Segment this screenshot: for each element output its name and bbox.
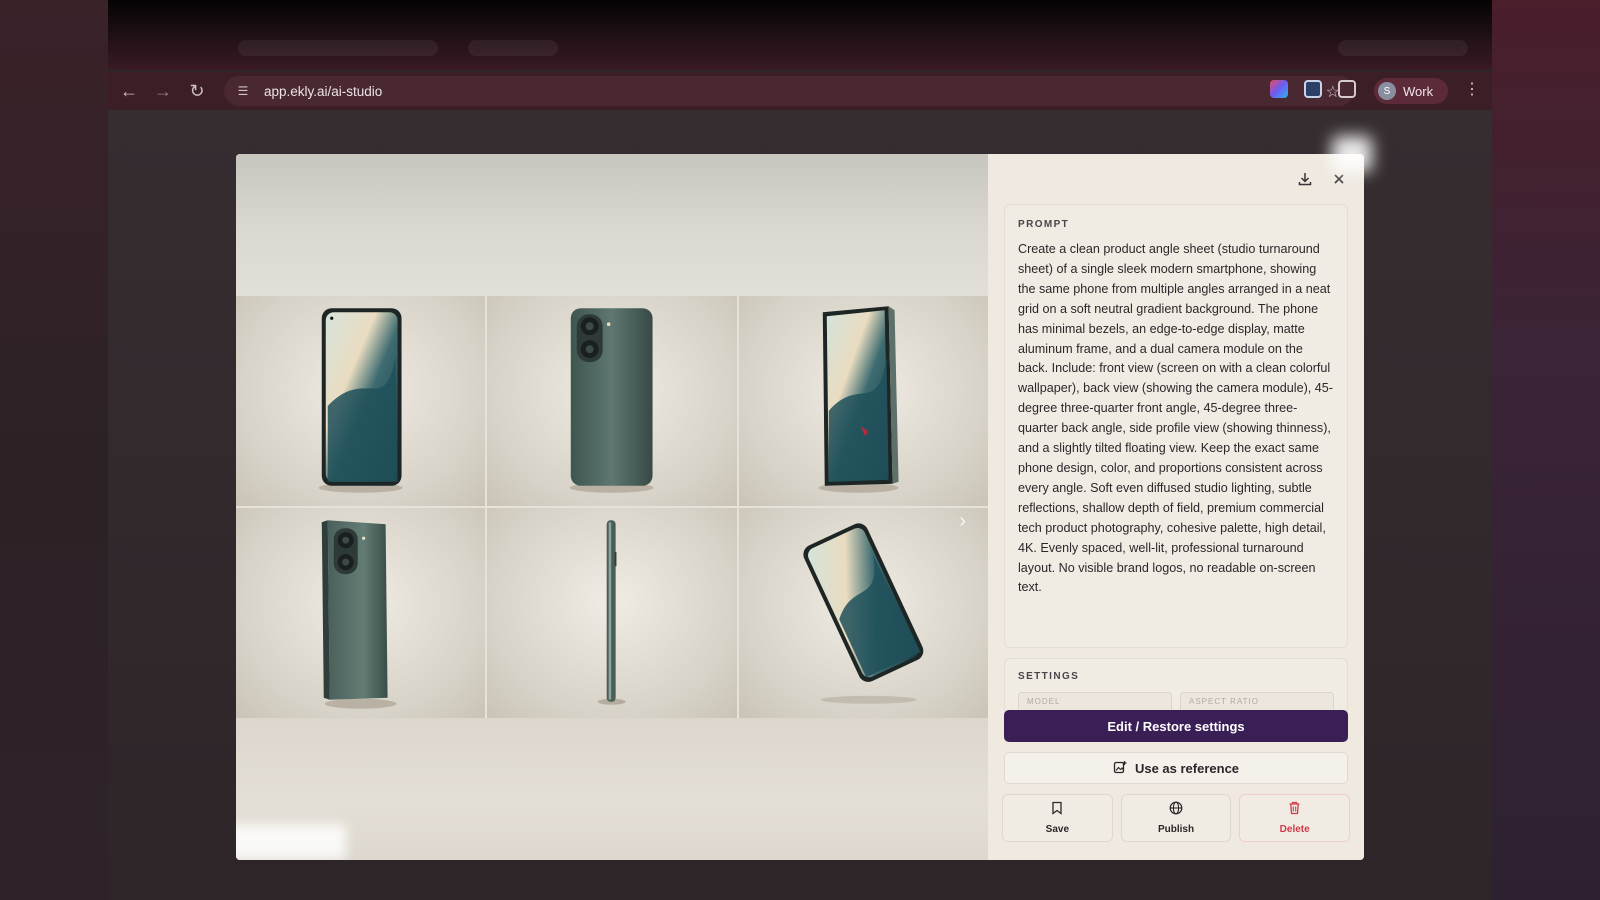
settings-section: SETTINGS MODEL ASPECT RATIO [1004,658,1348,714]
details-panel: PROMPT Create a clean product angle shee… [988,154,1364,860]
settings-label: SETTINGS [1018,671,1080,682]
phone-tilted-floating [738,508,988,718]
image-bottom-band [236,718,988,860]
prompt-section: PROMPT Create a clean product angle shee… [1004,204,1348,648]
extension-icon[interactable] [1304,80,1322,98]
action-row: Save Publish Delete [1002,794,1351,842]
trash-icon [1288,801,1301,820]
address-bar[interactable]: ☰ app.ekly.ai/ai-studio ☆ [224,76,1354,106]
glare-overlay [1332,136,1372,172]
use-as-reference-label: Use as reference [1134,760,1240,776]
bookmark-icon [1051,801,1063,820]
image-detail-modal: › PROMPT Create a clean product angle sh… [236,154,1364,860]
next-image-chevron-icon[interactable]: › [959,510,966,533]
phone-three-quarter-front [738,296,988,506]
puzzle-extensions-icon[interactable] [1338,80,1356,98]
download-icon[interactable] [1292,166,1318,192]
publish-button[interactable]: Publish [1120,794,1232,842]
tab-bar [108,0,1492,70]
browser-toolbar: ← → ↻ ☰ app.ekly.ai/ai-studio ☆ S Work ⋮ [108,72,1492,110]
site-settings-icon[interactable]: ☰ [234,82,252,100]
edit-restore-settings-button[interactable]: Edit / Restore settings [1004,710,1348,742]
angle-grid [236,296,988,718]
delete-button[interactable]: Delete [1239,794,1351,842]
back-arrow-icon[interactable]: ← [112,76,146,106]
phone-three-quarter-back [236,508,486,718]
delete-label: Delete [1279,824,1310,835]
reload-icon[interactable]: ↻ [180,76,214,106]
save-label: Save [1045,824,1070,835]
profile-chip[interactable]: S Work [1374,78,1448,104]
profile-label: Work [1403,83,1434,99]
generated-image: › [236,154,988,860]
blur-overlay [236,824,346,860]
phone-front-view [236,296,486,506]
blurred-tab[interactable] [1338,40,1468,56]
image-top-band [236,154,988,296]
phone-side-profile [487,508,737,718]
save-button[interactable]: Save [1002,794,1113,842]
phone-back-view [487,296,737,506]
backdrop-right [1492,0,1600,900]
url-text[interactable]: app.ekly.ai/ai-studio [264,84,382,99]
prompt-text: Create a clean product angle sheet (stud… [1018,242,1333,595]
image-add-icon [1113,760,1127,777]
prompt-label: PROMPT [1018,219,1070,230]
forward-arrow-icon[interactable]: → [146,76,180,106]
extension-icon[interactable] [1270,80,1288,98]
browser-menu-icon[interactable]: ⋮ [1464,79,1480,99]
globe-icon [1169,801,1183,820]
use-as-reference-button[interactable]: Use as reference [1004,752,1348,784]
blurred-tab[interactable] [468,40,558,56]
avatar: S [1378,82,1396,100]
blurred-tab[interactable] [238,40,438,56]
publish-label: Publish [1157,824,1195,835]
backdrop-left [0,0,108,900]
